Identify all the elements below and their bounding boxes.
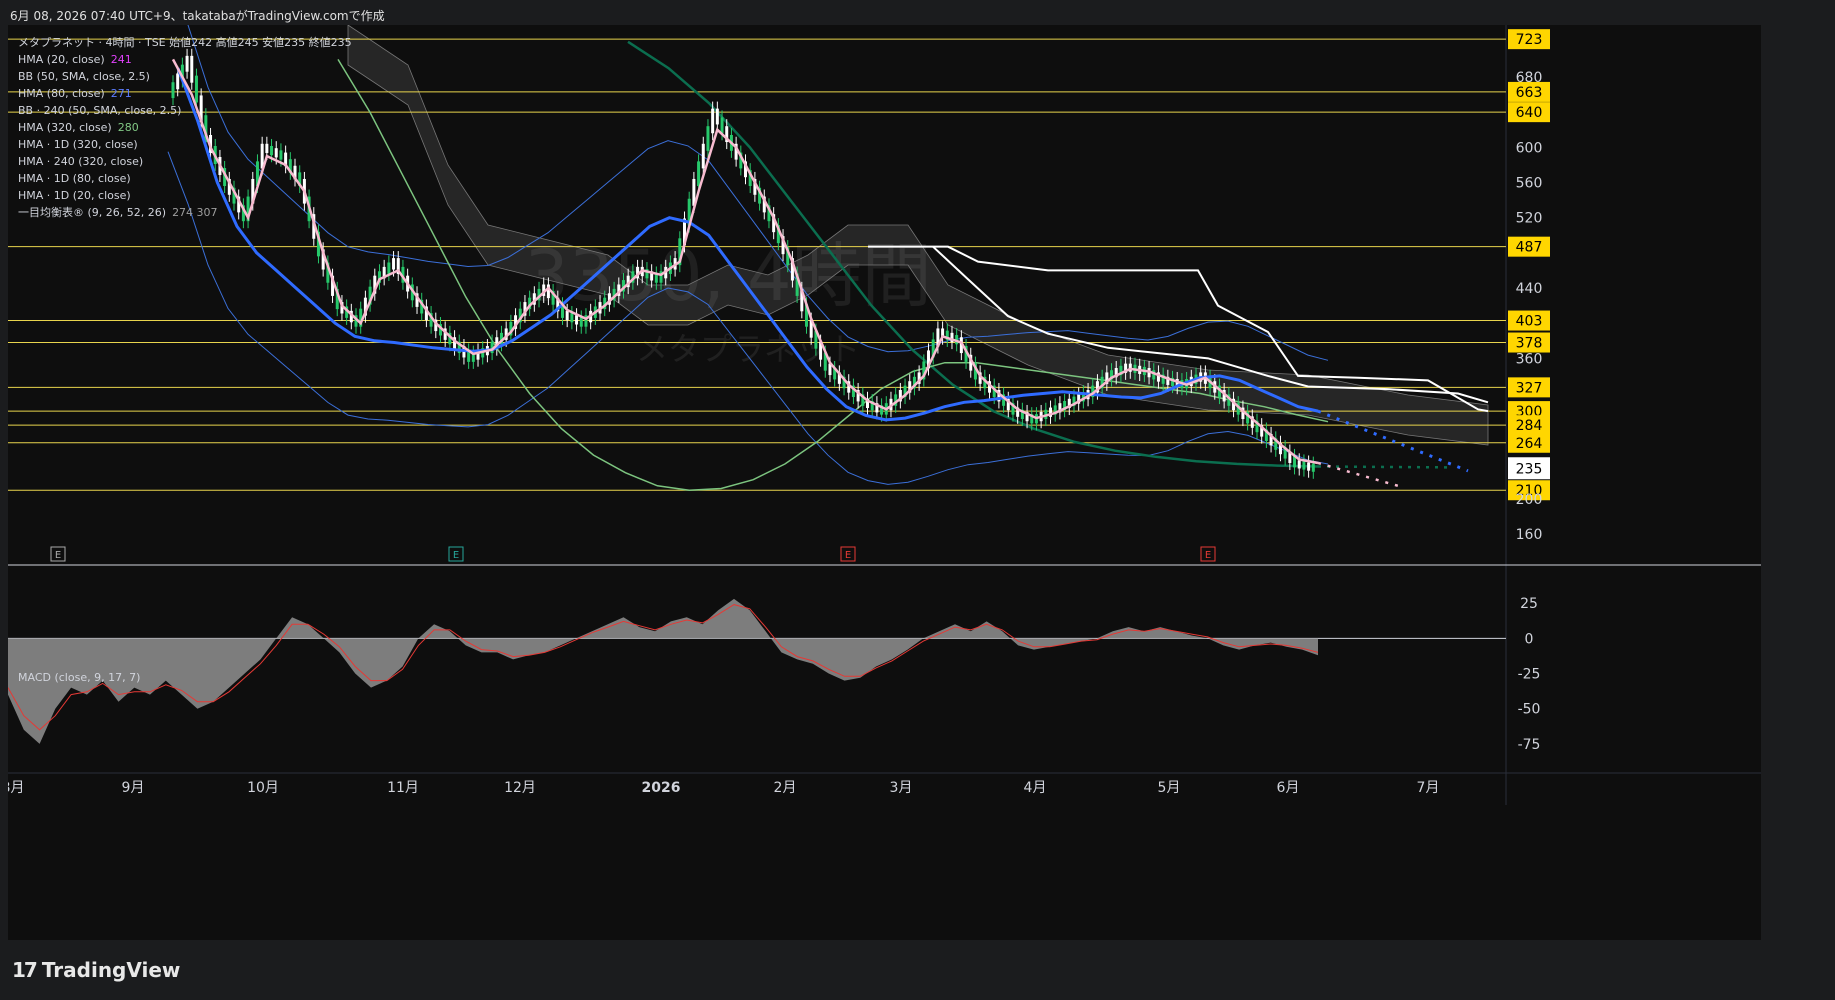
legend-item[interactable]: 一目均衡表® (9, 26, 52, 26) 274 307 <box>18 204 352 221</box>
hma-1d-320-projection <box>1317 465 1449 469</box>
legend-item-value: 271 <box>110 87 132 100</box>
candle-body <box>570 313 574 323</box>
legend-item-label: HMA · 1D (320, close) <box>18 138 138 151</box>
time-tick-label: 3月 <box>890 780 913 796</box>
legend-item[interactable]: HMA (320, close) 280 <box>18 119 352 136</box>
macd-tick-label: 0 <box>1525 631 1534 647</box>
level-badge-value: 264 <box>1516 436 1543 452</box>
macd-tick-label: 25 <box>1520 596 1538 612</box>
level-badge-value: 327 <box>1516 380 1543 396</box>
price-tick-label: 520 <box>1516 211 1543 227</box>
time-tick-label: 8月 <box>8 780 24 796</box>
candle-body <box>711 108 715 134</box>
earnings-marker-label: E <box>453 550 459 561</box>
macd-tick-label: -25 <box>1518 667 1541 683</box>
tradingview-logo[interactable]: 17 TradingView <box>12 958 180 982</box>
price-tick-label: 600 <box>1516 140 1543 156</box>
candle-body <box>706 126 710 151</box>
macd-tick-label: -75 <box>1518 737 1541 753</box>
legend-item[interactable]: HMA · 1D (20, close) <box>18 187 352 204</box>
level-badge-value: 640 <box>1516 105 1543 121</box>
legend-item-value: 274 307 <box>172 206 218 219</box>
candle-body <box>1307 462 1311 471</box>
level-badge-value: 403 <box>1516 314 1543 330</box>
earnings-marker-label: E <box>845 550 851 561</box>
macd-tick-label: -50 <box>1518 702 1541 718</box>
candle-body <box>1311 463 1315 472</box>
price-tick-label: 160 <box>1516 527 1543 543</box>
legend-item-value: 280 <box>117 121 139 134</box>
time-tick-label: 9月 <box>122 780 145 796</box>
legend-title[interactable]: メタプラネット · 4時間 · TSE 始値242 高値245 安値235 終値… <box>18 34 352 51</box>
legend-item-value: 241 <box>110 53 132 66</box>
price-tick-label: 680 <box>1516 70 1543 86</box>
time-tick-label: 2026 <box>642 780 681 796</box>
level-badge-value: 284 <box>1516 418 1543 434</box>
earnings-marker-label: E <box>1205 550 1211 561</box>
legend-item[interactable]: HMA · 1D (80, close) <box>18 170 352 187</box>
legend-item[interactable]: HMA (80, close) 271 <box>18 85 352 102</box>
candle-body <box>720 117 724 134</box>
time-tick-label: 10月 <box>247 780 279 796</box>
legend-item-label: BB · 240 (50, SMA, close, 2.5) <box>18 104 182 117</box>
candle-body <box>575 315 579 325</box>
legend-item[interactable]: HMA · 240 (320, close) <box>18 153 352 170</box>
legend-item[interactable]: BB · 240 (50, SMA, close, 2.5) <box>18 102 352 119</box>
legend-item-label: HMA (20, close) <box>18 53 105 66</box>
level-badge-value: 663 <box>1516 85 1543 101</box>
chart-header: 6月 08, 2026 07:40 UTC+9、takatabaがTrading… <box>10 9 385 23</box>
time-tick-label: 6月 <box>1277 780 1300 796</box>
tradingview-logo-icon: 17 <box>12 958 38 982</box>
macd-label[interactable]: MACD (close, 9, 17, 7) <box>18 671 140 684</box>
candle-body <box>1302 461 1306 470</box>
candle-body <box>387 262 391 274</box>
candle-body <box>565 310 569 321</box>
time-tick-label: 5月 <box>1158 780 1181 796</box>
candle-body <box>715 108 719 125</box>
legend-item-label: 一目均衡表® (9, 26, 52, 26) <box>18 206 167 219</box>
price-tick-label: 440 <box>1516 281 1543 297</box>
time-tick-label: 12月 <box>504 780 536 796</box>
candle-body <box>579 317 583 327</box>
tradingview-logo-text: TradingView <box>41 958 181 982</box>
indicator-legend: メタプラネット · 4時間 · TSE 始値242 高値245 安値235 終値… <box>18 34 352 221</box>
earnings-marker-label: E <box>55 550 61 561</box>
candle-body <box>697 161 701 186</box>
legend-item-label: HMA · 240 (320, close) <box>18 155 144 168</box>
time-tick-label: 2月 <box>774 780 797 796</box>
level-badge-value: 487 <box>1516 240 1543 256</box>
legend-item-label: HMA · 1D (80, close) <box>18 172 131 185</box>
legend-item-label: HMA · 1D (20, close) <box>18 189 131 202</box>
legend-item-label: BB (50, SMA, close, 2.5) <box>18 70 150 83</box>
time-tick-label: 11月 <box>387 780 419 796</box>
level-badge-value: 378 <box>1516 336 1543 352</box>
level-badge-value: 723 <box>1516 32 1543 48</box>
candle-body <box>1297 460 1301 469</box>
legend-items: HMA (20, close) 241 BB (50, SMA, close, 2.… <box>18 51 352 221</box>
price-tick-label: 360 <box>1516 351 1543 367</box>
last-price-value: 235 <box>1516 461 1543 477</box>
candle-body <box>701 143 705 169</box>
legend-item-label: HMA (320, close) <box>18 121 112 134</box>
candle-body <box>392 258 396 270</box>
legend-item[interactable]: HMA (20, close) 241 <box>18 51 352 68</box>
legend-item[interactable]: BB (50, SMA, close, 2.5) <box>18 68 352 85</box>
time-tick-label: 4月 <box>1024 780 1047 796</box>
price-tick-label: 200 <box>1516 492 1543 508</box>
legend-item-label: HMA (80, close) <box>18 87 105 100</box>
time-tick-label: 7月 <box>1417 780 1440 796</box>
legend-item[interactable]: HMA · 1D (320, close) <box>18 136 352 153</box>
price-tick-label: 560 <box>1516 175 1543 191</box>
